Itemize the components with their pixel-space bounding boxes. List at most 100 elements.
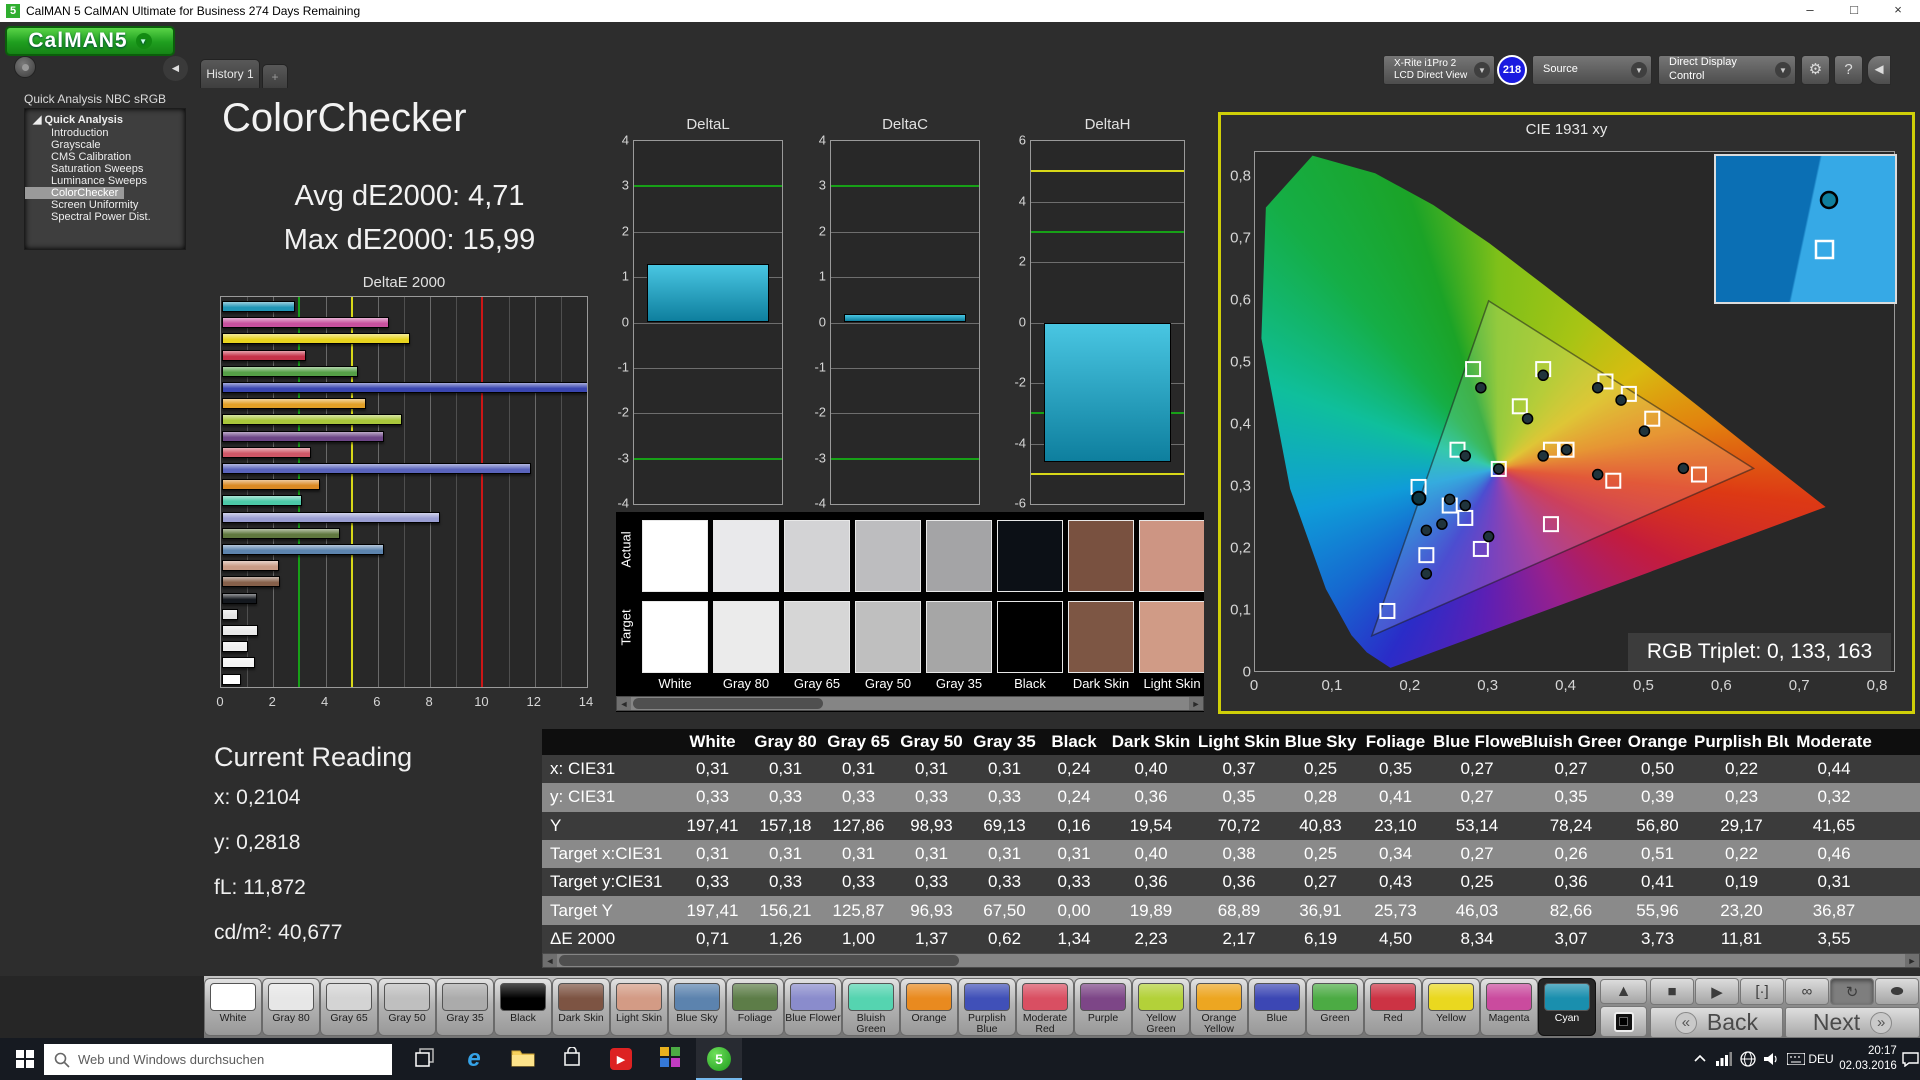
patch-button-gray-80[interactable]: Gray 80 bbox=[262, 978, 320, 1036]
taskbar-icon-store[interactable] bbox=[549, 1038, 595, 1080]
tray-keyboard-button[interactable] bbox=[1784, 1038, 1808, 1080]
patch-button-magenta[interactable]: Magenta bbox=[1480, 978, 1538, 1036]
patch-button-gray-35[interactable]: Gray 35 bbox=[436, 978, 494, 1036]
scrollbar-thumb[interactable] bbox=[559, 955, 959, 966]
patch-button-cyan[interactable]: Cyan bbox=[1538, 978, 1596, 1036]
patch-button-green[interactable]: Green bbox=[1306, 978, 1364, 1036]
patch-button-blue-flower[interactable]: Blue Flower bbox=[784, 978, 842, 1036]
patch-button-gray-50[interactable]: Gray 50 bbox=[378, 978, 436, 1036]
clock-date: 02.03.2016 bbox=[1839, 1059, 1897, 1074]
patch-button-moderate-red[interactable]: Moderate Red bbox=[1016, 978, 1074, 1036]
scroll-left-icon[interactable]: ◄ bbox=[617, 697, 631, 710]
continuous-button[interactable]: ∞ bbox=[1785, 978, 1829, 1005]
maximize-button[interactable]: □ bbox=[1832, 0, 1876, 22]
table-cell: 8,34 bbox=[1433, 929, 1521, 949]
action-center-button[interactable] bbox=[1900, 1038, 1920, 1080]
stop-button[interactable]: ■ bbox=[1650, 978, 1694, 1005]
scroll-right-icon[interactable]: ► bbox=[1189, 697, 1203, 710]
lamp-button[interactable]: ⬬ bbox=[1875, 978, 1919, 1005]
language-indicator[interactable]: DEU bbox=[1806, 1038, 1836, 1080]
patch-button-yellow-green[interactable]: Yellow Green bbox=[1132, 978, 1190, 1036]
display-control-dropdown[interactable]: Direct Display Control ▼ bbox=[1658, 55, 1796, 85]
table-scrollbar[interactable]: ◄ ► bbox=[542, 953, 1920, 968]
taskbar-search-input[interactable]: Web und Windows durchsuchen bbox=[44, 1044, 392, 1075]
patch-button-blue[interactable]: Blue bbox=[1248, 978, 1306, 1036]
patch-button-red[interactable]: Red bbox=[1364, 978, 1422, 1036]
y-tick: 0,1 bbox=[1225, 601, 1251, 618]
patch-button-gray-65[interactable]: Gray 65 bbox=[320, 978, 378, 1036]
taskbar-icon-photos[interactable] bbox=[647, 1038, 693, 1080]
table-cell: 82,66 bbox=[1521, 901, 1621, 921]
taskbar-icon-calman[interactable]: 5 bbox=[696, 1038, 742, 1080]
sidebar-item-spectral-power-dist-[interactable]: Spectral Power Dist. bbox=[25, 211, 185, 223]
sidebar-item-colorchecker[interactable]: ColorChecker bbox=[25, 187, 124, 199]
measured-marker bbox=[1476, 383, 1486, 393]
table-cell: 0,35 bbox=[1358, 759, 1433, 779]
deltae-chart-title: DeltaE 2000 bbox=[220, 274, 588, 291]
panel-collapse-button[interactable]: ◄ bbox=[1867, 55, 1891, 85]
tray-volume-button[interactable] bbox=[1760, 1038, 1784, 1080]
table-cell: 0,33 bbox=[1041, 872, 1107, 892]
scroll-right-icon[interactable]: ► bbox=[1905, 954, 1919, 967]
play-button[interactable]: ▶ bbox=[1695, 978, 1739, 1005]
taskbar-icon-media[interactable]: ▶ bbox=[598, 1038, 644, 1080]
taskbar-clock[interactable]: 20:1702.03.2016 bbox=[1836, 1038, 1900, 1080]
deltae-chart bbox=[220, 296, 588, 688]
refresh-button[interactable]: ↻ bbox=[1830, 978, 1874, 1005]
swatch-label: Gray 50 bbox=[853, 676, 923, 691]
scroll-left-icon[interactable]: ◄ bbox=[543, 954, 557, 967]
sidebar-item-introduction[interactable]: Introduction bbox=[25, 127, 185, 139]
sidebar-item-cms-calibration[interactable]: CMS Calibration bbox=[25, 151, 185, 163]
patch-button-orange-yellow[interactable]: Orange Yellow bbox=[1190, 978, 1248, 1036]
taskbar-icon-task-view[interactable] bbox=[402, 1038, 448, 1080]
tray-network-button[interactable] bbox=[1712, 1038, 1736, 1080]
source-dropdown[interactable]: Source ▼ bbox=[1532, 55, 1652, 85]
patch-button-bluish-green[interactable]: Bluish Green bbox=[842, 978, 900, 1036]
minimize-button[interactable]: – bbox=[1788, 0, 1832, 22]
interval-button[interactable]: [·] bbox=[1740, 978, 1784, 1005]
help-button[interactable]: ? bbox=[1834, 55, 1863, 85]
de-bar-bluish-green bbox=[222, 495, 302, 506]
sidebar-item-grayscale[interactable]: Grayscale bbox=[25, 139, 185, 151]
tray-globe-button[interactable] bbox=[1736, 1038, 1760, 1080]
patch-button-yellow[interactable]: Yellow bbox=[1422, 978, 1480, 1036]
meter-dropdown[interactable]: X-Rite i1Pro 2LCD Direct View ▼ bbox=[1383, 55, 1495, 85]
patch-button-foliage[interactable]: Foliage bbox=[726, 978, 784, 1036]
calman-logo-menu[interactable]: CalMAN5 ▼ bbox=[5, 26, 175, 56]
taskbar-icon-explorer[interactable] bbox=[500, 1038, 546, 1080]
settings-button[interactable]: ⚙ bbox=[1801, 55, 1830, 85]
workflow-radio-icon[interactable] bbox=[14, 56, 36, 78]
back-button[interactable]: « Back bbox=[1650, 1007, 1783, 1038]
next-button[interactable]: Next » bbox=[1785, 1007, 1920, 1038]
cie-chart-title: CIE 1931 xy bbox=[1221, 121, 1912, 138]
tree-root-quick-analysis[interactable]: ◢ Quick Analysis bbox=[25, 112, 185, 127]
y-tick: -6 bbox=[1000, 496, 1026, 511]
patch-scroll-up-button[interactable]: ▲ bbox=[1600, 979, 1647, 1004]
patch-button-white[interactable]: White bbox=[204, 978, 262, 1036]
patch-color-chip bbox=[1080, 983, 1126, 1011]
sidebar-collapse-button[interactable]: ◄ bbox=[163, 56, 188, 81]
tray-chevron-up-button[interactable] bbox=[1688, 1038, 1712, 1080]
patch-button-black[interactable]: Black bbox=[494, 978, 552, 1036]
patch-button-purple[interactable]: Purple bbox=[1074, 978, 1132, 1036]
scrollbar-thumb[interactable] bbox=[633, 698, 823, 709]
tab-history-1[interactable]: History 1 bbox=[200, 59, 260, 88]
sidebar-item-saturation-sweeps[interactable]: Saturation Sweeps bbox=[25, 163, 185, 175]
patch-button-blue-sky[interactable]: Blue Sky bbox=[668, 978, 726, 1036]
swatch-scrollbar[interactable]: ◄ ► bbox=[616, 696, 1204, 711]
patch-button-orange[interactable]: Orange bbox=[900, 978, 958, 1036]
pattern-window-button[interactable] bbox=[1600, 1006, 1647, 1037]
sidebar-item-screen-uniformity[interactable]: Screen Uniformity bbox=[25, 199, 185, 211]
patch-button-purplish-blue[interactable]: Purplish Blue bbox=[958, 978, 1016, 1036]
close-button[interactable]: × bbox=[1876, 0, 1920, 22]
patch-button-light-skin[interactable]: Light Skin bbox=[610, 978, 668, 1036]
sidebar-item-luminance-sweeps[interactable]: Luminance Sweeps bbox=[25, 175, 185, 187]
start-button[interactable] bbox=[2, 1038, 48, 1080]
patch-color-chip bbox=[1196, 983, 1242, 1011]
taskbar-icon-edge[interactable]: e bbox=[451, 1038, 497, 1080]
table-cell: 0,37 bbox=[1195, 759, 1283, 779]
tab-add-button[interactable]: + bbox=[262, 64, 288, 88]
patch-button-dark-skin[interactable]: Dark Skin bbox=[552, 978, 610, 1036]
avg-de2000: Avg dE2000: 4,71 bbox=[222, 180, 597, 213]
meter-reading-badge[interactable]: 218 bbox=[1497, 55, 1527, 85]
